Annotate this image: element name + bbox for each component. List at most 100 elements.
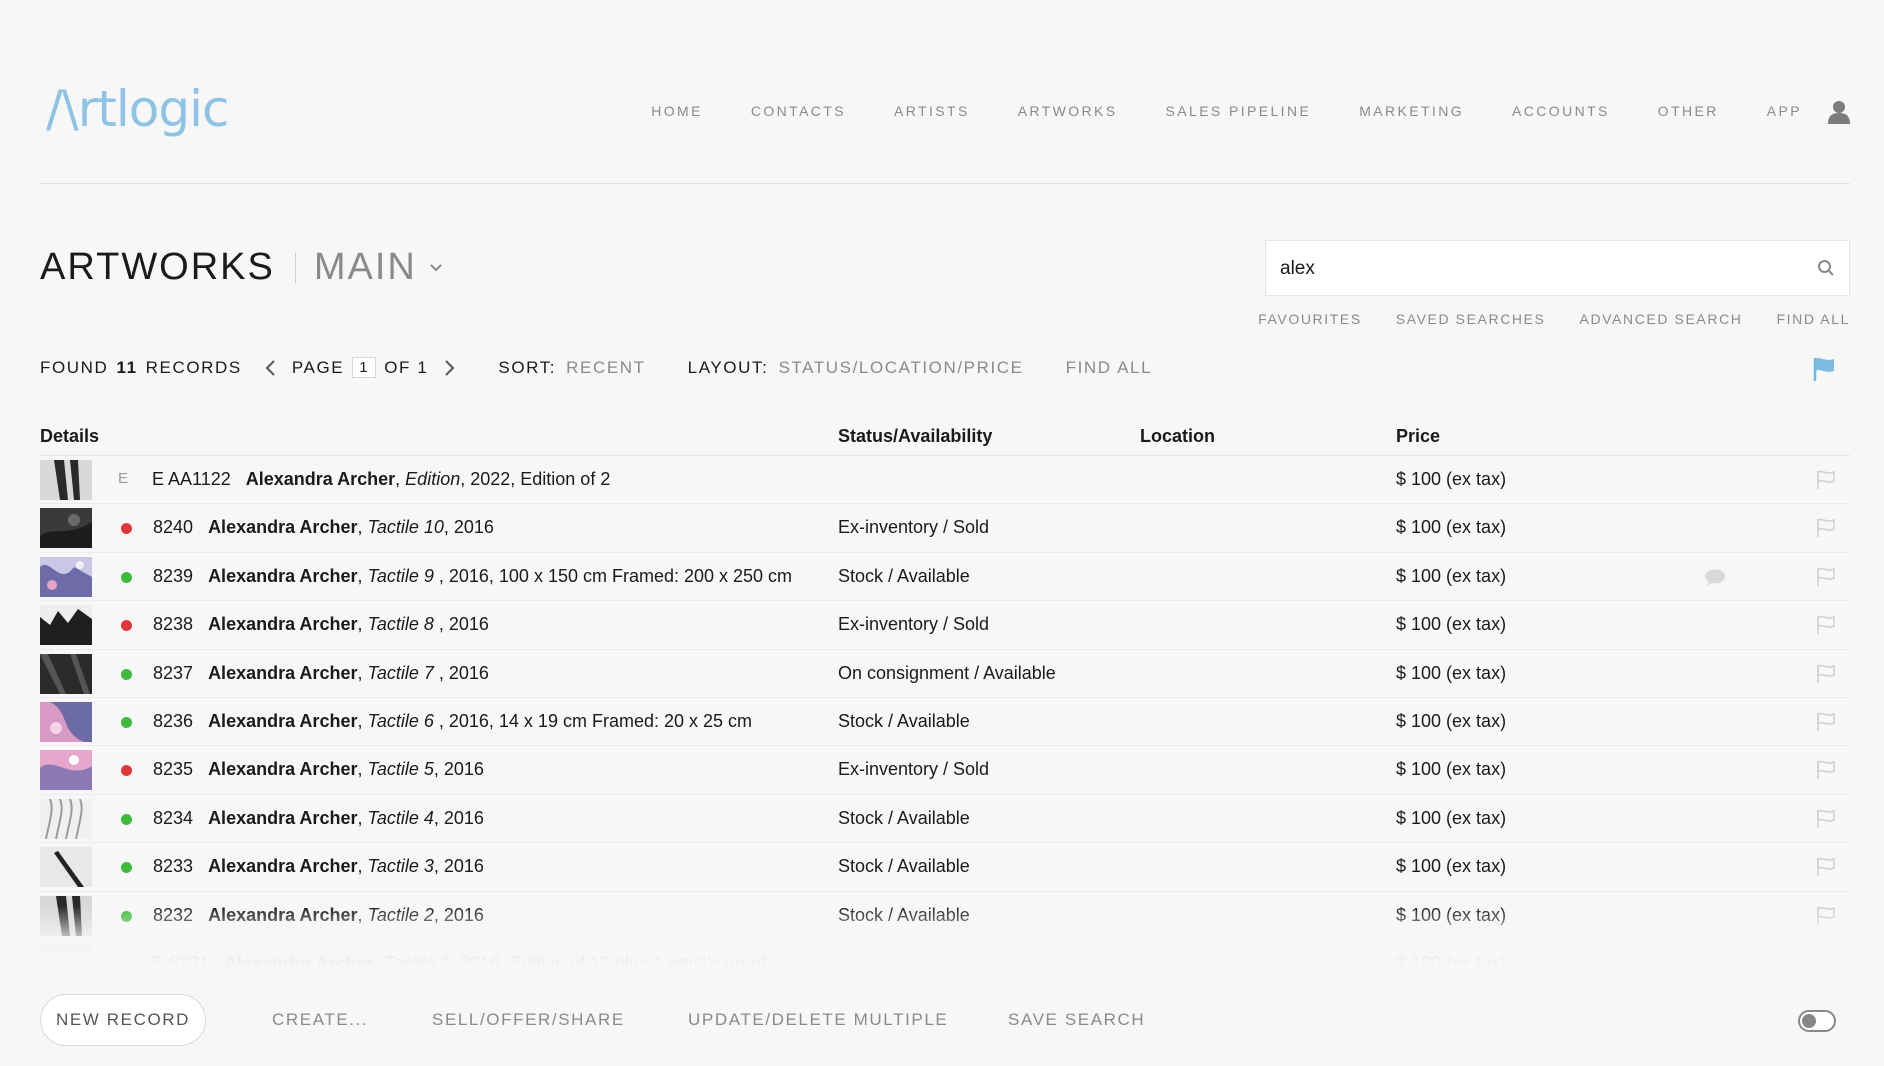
artwork-details[interactable]: E AA1122 Alexandra Archer, Edition, 2022…	[152, 469, 610, 490]
view-selector[interactable]: MAIN	[314, 246, 417, 289]
table-row[interactable]: 8237 Alexandra Archer, Tactile 7 , 2016 O…	[40, 650, 1850, 698]
flag-icon[interactable]	[1816, 809, 1836, 829]
flag-icon[interactable]	[1816, 857, 1836, 877]
column-details[interactable]: Details	[40, 426, 99, 447]
artwork-thumbnail[interactable]	[40, 460, 92, 500]
new-record-button[interactable]: NEW RECORD	[40, 994, 206, 1046]
artwork-thumbnail[interactable]	[40, 750, 92, 791]
available-status-dot	[121, 910, 132, 922]
search-input[interactable]	[1280, 255, 1780, 283]
table-row[interactable]: 8233 Alexandra Archer, Tactile 3, 2016 St…	[40, 843, 1850, 892]
artlogic-logo[interactable]: /\rtlogic	[46, 80, 229, 138]
flag-icon[interactable]	[1812, 356, 1836, 382]
artwork-details[interactable]: 8238 Alexandra Archer, Tactile 8 , 2016	[153, 614, 489, 635]
artwork-details[interactable]: 8240 Alexandra Archer, Tactile 10, 2016	[153, 517, 494, 538]
column-price[interactable]: Price	[1396, 426, 1440, 447]
sort-selector[interactable]: RECENT	[566, 358, 646, 378]
flag-icon[interactable]	[1816, 470, 1836, 490]
layout-selector[interactable]: STATUS/LOCATION/PRICE	[778, 358, 1023, 378]
chevron-right-icon[interactable]	[442, 358, 456, 378]
table-row[interactable]: 8238 Alexandra Archer, Tactile 8 , 2016 E…	[40, 601, 1850, 650]
comment-icon[interactable]	[1704, 569, 1726, 586]
page-number-input[interactable]: 1	[352, 357, 377, 378]
create-menu[interactable]: CREATE...	[272, 1010, 368, 1030]
table-row[interactable]: 8232 Alexandra Archer, Tactile 2, 2016 St…	[40, 892, 1850, 940]
artwork-details[interactable]: 8239 Alexandra Archer, Tactile 9 , 2016,…	[153, 566, 792, 587]
nav-other[interactable]: OTHER	[1658, 103, 1719, 119]
stock-number: 8239	[153, 565, 194, 586]
artwork-details[interactable]: 8236 Alexandra Archer, Tactile 6 , 2016,…	[153, 711, 752, 732]
nav-contacts[interactable]: CONTACTS	[751, 103, 846, 119]
chevron-left-icon[interactable]	[264, 358, 278, 378]
search-links: FAVOURITES SAVED SEARCHES ADVANCED SEARC…	[1224, 311, 1850, 327]
artwork-thumbnail[interactable]	[40, 701, 92, 742]
artwork-details[interactable]: E 8231 Alexandra Archer, Tactile 1, 2016…	[152, 953, 766, 966]
artwork-thumbnail[interactable]	[40, 556, 92, 597]
artwork-info: , 2016	[433, 807, 484, 828]
bottom-action-bar: NEW RECORD CREATE... SELL/OFFER/SHARE UP…	[40, 994, 1850, 1046]
nav-accounts[interactable]: ACCOUNTS	[1512, 103, 1610, 119]
table-row[interactable]: 8240 Alexandra Archer, Tactile 10, 2016 E…	[40, 504, 1850, 553]
artwork-details[interactable]: 8237 Alexandra Archer, Tactile 7 , 2016	[153, 663, 489, 684]
nav-marketing[interactable]: MARKETING	[1359, 103, 1464, 119]
table-row[interactable]: 8239 Alexandra Archer, Tactile 9 , 2016,…	[40, 553, 1850, 602]
user-icon[interactable]	[1828, 100, 1850, 124]
nav-home[interactable]: HOME	[651, 103, 703, 119]
stock-number: E AA1122	[152, 469, 231, 489]
artist-name: Alexandra Archer	[208, 662, 358, 683]
find-all-link[interactable]: FIND ALL	[1777, 311, 1851, 327]
price: $ 100 (ex tax)	[1396, 952, 1507, 966]
artwork-thumbnail[interactable]	[40, 943, 92, 966]
advanced-search-link[interactable]: ADVANCED SEARCH	[1580, 311, 1743, 327]
artwork-thumbnail[interactable]	[40, 895, 92, 936]
stock-number: 8232	[153, 904, 194, 925]
status-availability: Stock / Available	[838, 904, 970, 925]
table-row[interactable]: 8236 Alexandra Archer, Tactile 6 , 2016,…	[40, 698, 1850, 747]
artwork-details[interactable]: 8234 Alexandra Archer, Tactile 4, 2016	[153, 808, 484, 829]
nav-sales-pipeline[interactable]: SALES PIPELINE	[1166, 103, 1312, 119]
view-toggle[interactable]	[1798, 1010, 1836, 1032]
table-row[interactable]: E E AA1122 Alexandra Archer, Edition, 202…	[40, 456, 1850, 505]
sold-status-dot	[121, 620, 132, 632]
artwork-thumbnail[interactable]	[40, 798, 92, 839]
search-icon[interactable]	[1817, 259, 1835, 277]
artwork-details[interactable]: 8235 Alexandra Archer, Tactile 5, 2016	[153, 759, 484, 780]
flag-icon[interactable]	[1816, 664, 1836, 684]
edition-marker: E	[118, 470, 129, 487]
table-row[interactable]: E E 8231 Alexandra Archer, Tactile 1, 201…	[40, 940, 1850, 966]
price: $ 100 (ex tax)	[1396, 856, 1507, 877]
column-status[interactable]: Status/Availability	[838, 426, 992, 447]
table-row[interactable]: 8234 Alexandra Archer, Tactile 4, 2016 St…	[40, 795, 1850, 844]
sort-label: SORT:	[498, 357, 557, 377]
artwork-thumbnail[interactable]	[40, 653, 92, 694]
table-header: Details Status/Availability Location Pri…	[40, 420, 1850, 456]
column-location[interactable]: Location	[1140, 426, 1215, 447]
artwork-info: , 2016, Edition of 12 plus 1 artist's pr…	[449, 952, 766, 966]
nav-artworks[interactable]: ARTWORKS	[1018, 103, 1118, 119]
artwork-thumbnail[interactable]	[40, 847, 92, 888]
flag-icon[interactable]	[1816, 712, 1836, 732]
toolbar-find-all[interactable]: FIND ALL	[1066, 358, 1153, 378]
nav-artists[interactable]: ARTISTS	[894, 103, 970, 119]
artwork-details[interactable]: 8232 Alexandra Archer, Tactile 2, 2016	[153, 905, 484, 926]
flag-icon[interactable]	[1816, 615, 1836, 635]
artwork-thumbnail[interactable]	[40, 508, 92, 549]
sell-offer-share-button[interactable]: SELL/OFFER/SHARE	[432, 1010, 625, 1030]
artwork-title: Tactile 5	[367, 759, 434, 780]
nav-app[interactable]: APP	[1767, 103, 1802, 119]
status-availability: Stock / Available	[838, 710, 970, 731]
flag-icon[interactable]	[1816, 567, 1836, 587]
artwork-details[interactable]: 8233 Alexandra Archer, Tactile 3, 2016	[153, 856, 484, 877]
update-delete-multiple-button[interactable]: UPDATE/DELETE MULTIPLE	[688, 1010, 948, 1030]
status-availability: Ex-inventory / Sold	[838, 517, 990, 538]
flag-icon[interactable]	[1816, 954, 1836, 966]
favourites-link[interactable]: FAVOURITES	[1258, 311, 1362, 327]
flag-icon[interactable]	[1816, 760, 1836, 780]
save-search-button[interactable]: SAVE SEARCH	[1008, 1010, 1145, 1030]
chevron-down-icon[interactable]	[429, 261, 443, 275]
table-row[interactable]: 8235 Alexandra Archer, Tactile 5, 2016 Ex…	[40, 746, 1850, 795]
flag-icon[interactable]	[1816, 518, 1836, 538]
flag-icon[interactable]	[1816, 906, 1836, 926]
artwork-thumbnail[interactable]	[40, 605, 92, 646]
saved-searches-link[interactable]: SAVED SEARCHES	[1396, 311, 1546, 327]
